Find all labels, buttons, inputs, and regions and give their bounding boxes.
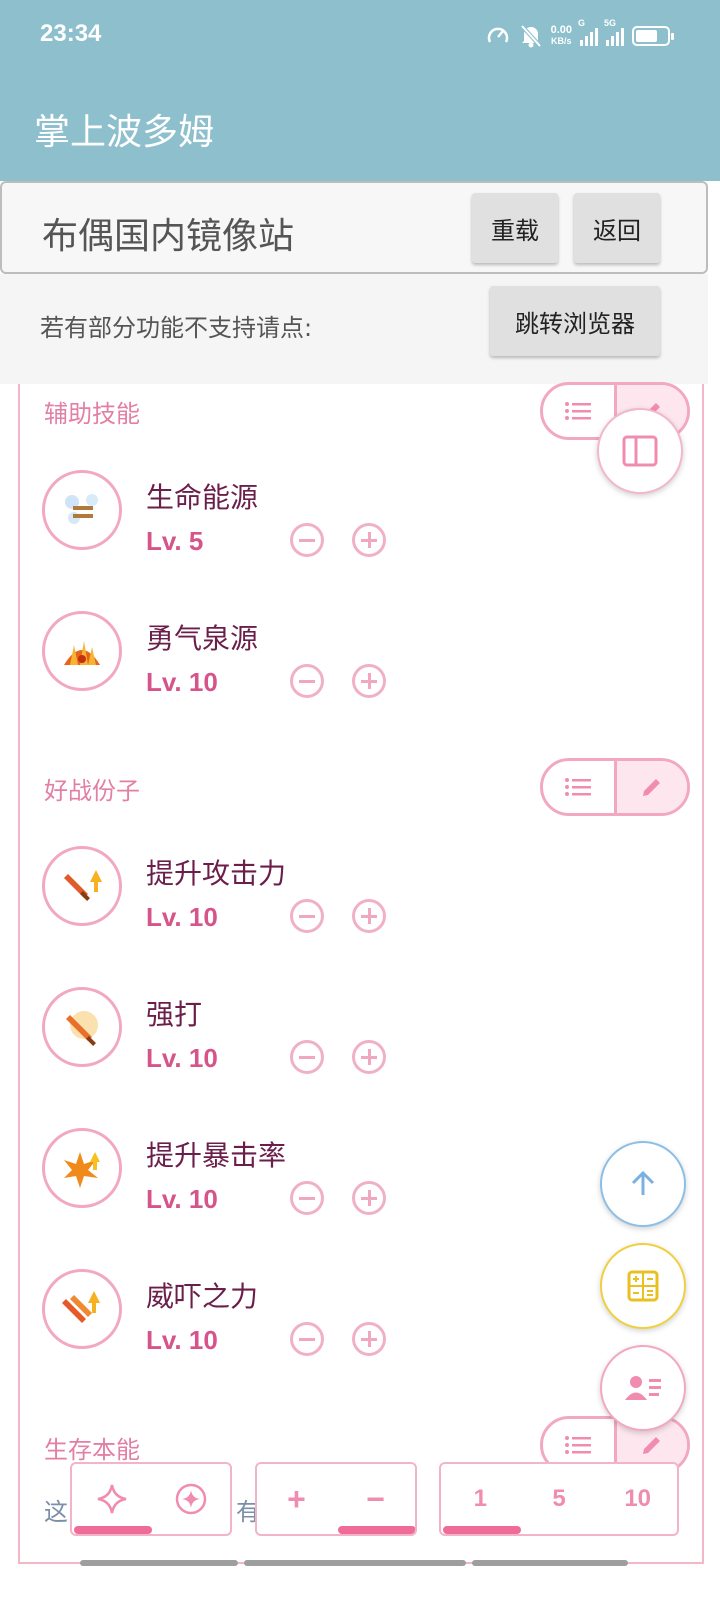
profile-list-icon: [625, 1376, 661, 1400]
section-title: 好战份子: [44, 777, 140, 805]
edit-button[interactable]: [613, 761, 687, 813]
decrease-mode-button[interactable]: −: [336, 1464, 415, 1534]
pencil-icon: [642, 779, 660, 796]
skill-level: Lv. 10: [146, 902, 218, 932]
skill-level: Lv. 10: [146, 1184, 218, 1214]
hint-start: 这: [44, 1498, 68, 1526]
level-increase-button[interactable]: [352, 1322, 386, 1356]
level-decrease-button[interactable]: [290, 1322, 324, 1356]
signal-icon: G: [578, 18, 598, 46]
battery-icon: [632, 26, 674, 46]
profile-button[interactable]: [600, 1345, 686, 1431]
amount-1-button[interactable]: 1: [441, 1464, 521, 1534]
level-increase-button[interactable]: [352, 1040, 386, 1074]
mirror-site-bar: 布偶国内镜像站 重载 返回: [0, 181, 708, 274]
life-energy-icon: [65, 494, 98, 524]
notice-bar: 若有部分功能不支持请点: 跳转浏览器: [0, 274, 708, 384]
compass-icon: [175, 1483, 206, 1515]
skill-name: 勇气泉源: [146, 622, 259, 655]
open-browser-button[interactable]: 跳转浏览器: [490, 286, 660, 356]
sparkle-icon: [97, 1484, 126, 1514]
signal-5g-icon: 5G: [604, 18, 624, 46]
status-time: 23:34: [40, 20, 102, 47]
bottom-tab-indicators: [80, 1560, 628, 1566]
signal-5g-label: 5G: [604, 18, 617, 28]
tab-indicator: [80, 1560, 238, 1566]
mirror-site-title: 布偶国内镜像站: [42, 216, 295, 257]
status-bar: 23:34 0.00 KB/s G 5G: [0, 0, 720, 75]
calculator-button[interactable]: [600, 1243, 686, 1329]
browser-notice-text: 若有部分功能不支持请点:: [40, 314, 313, 342]
mode-toolbar: [70, 1462, 232, 1536]
skill-name: 提升攻击力: [146, 857, 287, 890]
level-decrease-button[interactable]: [290, 899, 324, 933]
level-increase-button[interactable]: [352, 1181, 386, 1215]
pencil-icon: [642, 1437, 660, 1454]
level-decrease-button[interactable]: [290, 523, 324, 557]
network-speed: 0.00 KB/s: [551, 25, 572, 47]
reload-button[interactable]: 重载: [472, 193, 558, 263]
arrow-up-icon: [631, 1170, 655, 1195]
level-decrease-button[interactable]: [290, 1181, 324, 1215]
list-view-button[interactable]: [543, 761, 614, 813]
skill-level: Lv. 5: [146, 526, 204, 556]
tab-indicator: [472, 1560, 628, 1566]
sidebar-layout-icon: [622, 435, 658, 467]
level-increase-button[interactable]: [352, 523, 386, 557]
layout-toggle-button[interactable]: [597, 408, 683, 494]
calculator-icon: [627, 1270, 659, 1302]
list-icon: [565, 402, 592, 420]
crit-up-icon: [64, 1152, 100, 1188]
skill-icon: [42, 1128, 122, 1208]
amount-5-button[interactable]: 5: [520, 1464, 599, 1534]
status-icons: 0.00 KB/s G 5G: [485, 18, 674, 54]
skill-level: Lv. 10: [146, 1043, 218, 1073]
section-view-toggle: [540, 758, 690, 816]
increase-mode-button[interactable]: +: [257, 1464, 336, 1534]
section-title: 辅助技能: [44, 400, 140, 428]
skill-name: 提升暴击率: [146, 1139, 287, 1172]
power-strike-icon: [66, 1011, 98, 1046]
section-title: 生存本能: [44, 1436, 140, 1464]
sparkle-mode-button[interactable]: [72, 1464, 152, 1534]
back-button[interactable]: 返回: [574, 193, 660, 263]
network-speed-value: 0.00: [550, 24, 572, 36]
skill-name: 威吓之力: [146, 1280, 259, 1313]
amount-10-button[interactable]: 10: [598, 1464, 677, 1534]
attack-up-icon: [64, 870, 102, 901]
skill-icon: [42, 611, 122, 691]
skill-level: Lv. 10: [146, 667, 218, 697]
step-toolbar: + −: [255, 1462, 417, 1536]
tab-indicator: [244, 1560, 466, 1566]
app-bar: 掌上波多姆: [0, 75, 720, 181]
skill-icon: [42, 470, 122, 550]
scroll-top-button[interactable]: [600, 1141, 686, 1227]
mute-bell-icon: [520, 24, 542, 48]
skill-name: 强打: [146, 998, 203, 1031]
signal-type-label: G: [578, 18, 586, 28]
list-icon: [565, 1436, 592, 1454]
skill-icon: [42, 846, 122, 926]
app-title: 掌上波多姆: [34, 112, 215, 153]
skill-icon: [42, 1269, 122, 1349]
list-icon: [565, 778, 592, 796]
skill-name: 生命能源: [146, 481, 259, 514]
amount-toolbar: 1 5 10: [439, 1462, 679, 1536]
skill-level: Lv. 10: [146, 1325, 218, 1355]
speedometer-icon: [487, 27, 508, 43]
compass-mode-button[interactable]: [151, 1464, 230, 1534]
courage-fountain-icon: [64, 641, 100, 665]
level-decrease-button[interactable]: [290, 1040, 324, 1074]
intimidate-icon: [62, 1291, 100, 1323]
skill-icon: [42, 987, 122, 1067]
network-speed-unit: KB/s: [551, 36, 572, 46]
level-decrease-button[interactable]: [290, 664, 324, 698]
level-increase-button[interactable]: [352, 899, 386, 933]
level-increase-button[interactable]: [352, 664, 386, 698]
